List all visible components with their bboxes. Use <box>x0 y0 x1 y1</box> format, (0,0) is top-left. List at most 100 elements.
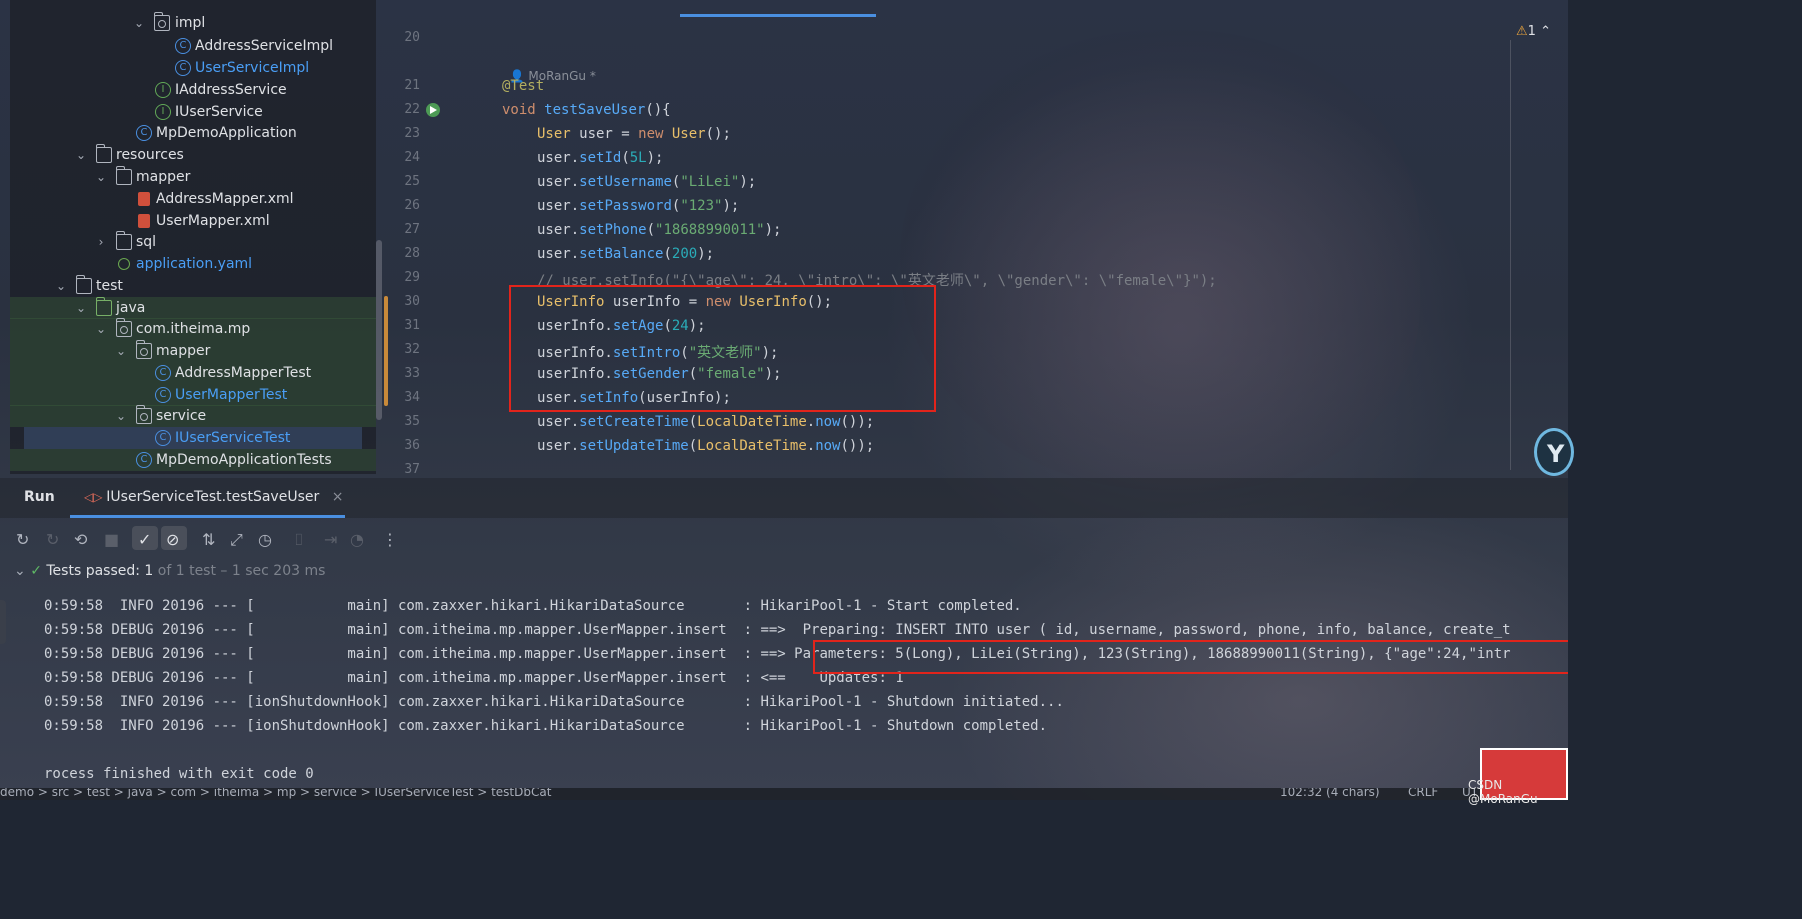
test-status-line: ⌄ ✓ Tests passed: 1 of 1 test – 1 sec 20… <box>14 563 326 579</box>
warnings-indicator[interactable]: ⚠1 ⌃ <box>1516 24 1551 39</box>
line-separator[interactable]: CRLF <box>1408 788 1438 799</box>
side-panel-handle[interactable] <box>0 600 6 644</box>
ai-assistant-icon[interactable] <box>1534 428 1574 476</box>
tree-item-label: mapper <box>136 169 191 185</box>
tree-item-iaddressservice[interactable]: I IAddressService <box>10 79 376 101</box>
gauge-icon[interactable]: ◔ <box>350 530 364 549</box>
warning-icon: ⚠ <box>1516 24 1528 39</box>
tree-item-application-yaml[interactable]: application.yaml <box>10 253 376 275</box>
tree-item-addressmappertest[interactable]: C AddressMapperTest <box>10 362 376 384</box>
chevron-up-icon[interactable]: ⌃ <box>1540 24 1551 39</box>
console-line: 0:59:58 DEBUG 20196 --- [ main] com.ithe… <box>44 670 904 686</box>
history-icon[interactable]: ◷ <box>258 530 272 549</box>
tree-item-sql[interactable]: › sql <box>10 231 376 253</box>
tree-item-mpdemoapplication[interactable]: C MpDemoApplication <box>10 122 376 144</box>
highlight-box-code <box>509 285 936 412</box>
chevron-down-icon[interactable]: ⌄ <box>94 318 108 340</box>
chevron-down-icon[interactable]: ⌄ <box>54 275 68 297</box>
close-tab-icon[interactable]: × <box>332 489 344 505</box>
class-icon: C <box>175 60 191 76</box>
rerun-icon[interactable]: ↻ <box>16 530 29 549</box>
class-icon: C <box>136 452 152 468</box>
tree-item-addressmapper-xml[interactable]: AddressMapper.xml <box>10 188 376 210</box>
run-panel-title[interactable]: Run <box>24 489 55 505</box>
sort-icon[interactable]: ⇅ <box>202 530 215 549</box>
change-marker[interactable] <box>384 296 388 406</box>
tree-item-service[interactable]: ⌄ service <box>10 405 376 427</box>
background-illustration <box>900 30 1420 490</box>
chevron-down-icon[interactable]: ⌄ <box>94 166 108 188</box>
console-line: 0:59:58 DEBUG 20196 --- [ main] com.ithe… <box>44 622 1511 638</box>
code-line-26: user.setPassword("123"); <box>537 198 740 214</box>
tree-item-impl[interactable]: ⌄ impl <box>10 12 376 34</box>
line-number: 21 <box>404 78 420 93</box>
interface-icon: I <box>155 82 171 98</box>
chevron-down-icon[interactable]: ⌄ <box>132 12 146 34</box>
xml-file-icon <box>138 214 150 228</box>
tree-item-label: MpDemoApplication <box>156 125 297 141</box>
tree-item-label: mapper <box>156 343 211 359</box>
tree-item-label: UserMapper.xml <box>156 213 270 229</box>
line-number: 23 <box>404 126 420 141</box>
csdn-watermark: CSDN @MoRanGu <box>1468 778 1538 806</box>
chevron-down-icon[interactable]: ⌄ <box>114 405 128 427</box>
tree-item-mapper-res[interactable]: ⌄ mapper <box>10 166 376 188</box>
test-run-icon: ◁▷ <box>84 490 107 504</box>
run-tab[interactable]: ◁▷ IUserServiceTest.testSaveUser × <box>84 489 343 505</box>
caret-position[interactable]: 102:32 (4 chars) <box>1280 788 1380 799</box>
editor-scrollbar[interactable] <box>1510 40 1511 470</box>
class-icon: C <box>155 430 171 446</box>
tree-item-label: MpDemoApplicationTests <box>156 452 332 468</box>
run-test-icon[interactable] <box>426 103 440 117</box>
chevron-down-icon[interactable]: ⌄ <box>14 563 30 579</box>
class-icon: C <box>175 38 191 54</box>
tree-item-label: UserMapperTest <box>175 387 288 403</box>
chevron-down-icon[interactable]: ⌄ <box>74 144 88 166</box>
code-line-28: user.setBalance(200); <box>537 246 715 262</box>
tree-item-usermapper-xml[interactable]: UserMapper.xml <box>10 210 376 232</box>
collapse-icon[interactable]: ⤢ <box>230 530 243 550</box>
folder-icon <box>76 275 92 294</box>
tree-item-resources[interactable]: ⌄ resources <box>10 144 376 166</box>
navigation-breadcrumb[interactable]: demo > src > test > java > com > itheima… <box>0 788 551 799</box>
tree-item-iuserservice[interactable]: I IUserService <box>10 101 376 123</box>
more-options-icon[interactable]: ⋮ <box>382 530 398 549</box>
line-number: 35 <box>404 414 420 429</box>
import-icon[interactable]: ⇥ <box>324 530 337 549</box>
camera-icon[interactable]: ⌷ <box>294 530 304 550</box>
tree-item-label: com.itheima.mp <box>136 321 251 337</box>
folder-icon <box>116 166 132 185</box>
console-line: 0:59:58 INFO 20196 --- [ main] com.zaxxe… <box>44 598 1022 614</box>
editor-tab-strip <box>378 0 1568 18</box>
tree-item-mapper-test[interactable]: ⌄ mapper <box>10 340 376 362</box>
check-icon: ✓ <box>30 563 42 579</box>
tree-item-userserviceimpl[interactable]: C UserServiceImpl <box>10 57 376 79</box>
xml-file-icon <box>138 192 150 206</box>
tree-item-mpdemoapplicationtests[interactable]: C MpDemoApplicationTests <box>10 449 376 471</box>
package-folder-icon <box>154 12 170 31</box>
console-line: 0:59:58 INFO 20196 --- [ionShutdownHook]… <box>44 718 1048 734</box>
tree-item-label: AddressMapperTest <box>175 365 312 381</box>
tree-item-label: java <box>116 300 146 316</box>
rerun-failed-icon[interactable]: ↻ <box>46 530 59 549</box>
chevron-right-icon[interactable]: › <box>94 231 108 253</box>
toggle-auto-test-icon[interactable]: ⟲ <box>74 530 87 549</box>
tree-item-addressserviceimpl[interactable]: C AddressServiceImpl <box>10 35 376 57</box>
line-number: 26 <box>404 198 420 213</box>
tree-item-label: test <box>96 278 123 294</box>
chevron-down-icon[interactable]: ⌄ <box>114 340 128 362</box>
line-number: 22 <box>404 102 420 117</box>
tree-item-test[interactable]: ⌄ test <box>10 275 376 297</box>
active-tab-indicator <box>680 14 876 17</box>
tree-item-java[interactable]: ⌄ java <box>10 297 376 319</box>
active-run-tab-indicator <box>70 515 345 518</box>
tree-item-usermappertest[interactable]: C UserMapperTest <box>10 384 376 406</box>
line-number: 20 <box>404 30 420 45</box>
package-folder-icon <box>136 405 152 424</box>
stop-icon[interactable]: ■ <box>104 530 119 549</box>
line-number: 36 <box>404 438 420 453</box>
tree-item-iuserservicetest[interactable]: C IUserServiceTest <box>24 427 362 449</box>
chevron-down-icon[interactable]: ⌄ <box>74 297 88 319</box>
tree-item-com-itheima-mp[interactable]: ⌄ com.itheima.mp <box>10 318 376 340</box>
code-line-27: user.setPhone("18688990011"); <box>537 222 782 238</box>
